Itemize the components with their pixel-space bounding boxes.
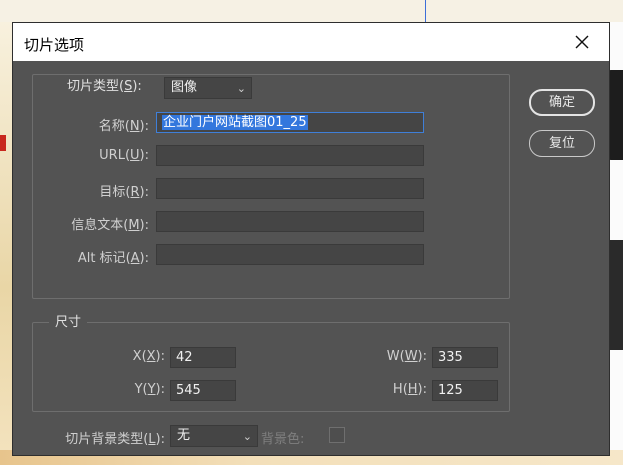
w-label: W(W):	[386, 349, 427, 364]
target-label: 目标(R):	[99, 185, 149, 200]
close-icon	[575, 35, 589, 49]
background-type-value: 无	[177, 428, 191, 443]
canvas-top-strip	[0, 0, 623, 22]
dimensions-legend: 尺寸	[49, 313, 88, 333]
h-label: H(H):	[392, 382, 427, 397]
name-value: 企业门户网站截图01_25	[162, 115, 308, 130]
y-label: Y(Y):	[134, 382, 165, 397]
y-value: 545	[176, 383, 201, 398]
chevron-down-icon: ⌄	[242, 430, 252, 443]
dialog-title: 切片选项	[24, 36, 85, 54]
slice-options-dialog: 切片选项 切片类型(S): 图像 ⌄ 名称(N): 企业门户网站截图01_25 …	[12, 22, 610, 456]
url-label: URL(U):	[99, 148, 149, 163]
h-value: 125	[438, 383, 463, 398]
slice-type-label: 切片类型(S):	[67, 79, 142, 94]
w-input[interactable]: 335	[432, 347, 498, 368]
x-input[interactable]: 42	[170, 347, 236, 368]
slice-type-value: 图像	[171, 80, 198, 95]
background-color-swatch[interactable]	[329, 427, 345, 443]
reset-button[interactable]: 复位	[529, 130, 595, 157]
canvas-red-mark	[0, 135, 6, 151]
slice-type-legend: 切片类型(S):	[61, 77, 148, 97]
background-type-label: 切片背景类型(L):	[65, 432, 165, 447]
alt-input[interactable]	[156, 244, 424, 265]
x-value: 42	[176, 350, 193, 365]
canvas-left-edge	[0, 22, 12, 465]
target-input[interactable]	[156, 178, 424, 199]
alt-label: Alt 标记(A):	[77, 251, 149, 266]
ok-button[interactable]: 确定	[529, 89, 595, 116]
message-label: 信息文本(M):	[71, 218, 149, 233]
background-color-label: 背景色:	[261, 432, 305, 447]
h-input[interactable]: 125	[432, 380, 498, 401]
name-label: 名称(N):	[98, 119, 149, 134]
message-input[interactable]	[156, 211, 424, 232]
close-button[interactable]	[569, 29, 595, 55]
y-input[interactable]: 545	[170, 380, 236, 401]
chevron-down-icon: ⌄	[236, 82, 246, 95]
name-input[interactable]: 企业门户网站截图01_25	[156, 112, 424, 133]
w-value: 335	[438, 350, 463, 365]
slice-type-select[interactable]: 图像 ⌄	[164, 77, 252, 99]
dialog-titlebar: 切片选项	[13, 23, 609, 61]
url-input[interactable]	[156, 145, 424, 166]
x-label: X(X):	[132, 349, 165, 364]
background-type-select[interactable]: 无 ⌄	[170, 425, 258, 447]
